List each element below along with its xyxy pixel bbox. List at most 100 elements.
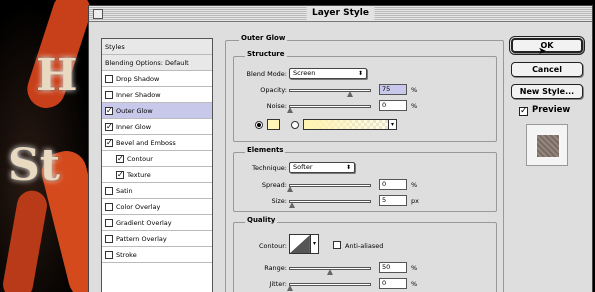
range-slider[interactable]: [289, 267, 371, 275]
ok-button[interactable]: OK: [509, 36, 585, 55]
opacity-unit: %: [411, 86, 418, 94]
styles-list-item-label: Color Overlay: [116, 202, 161, 211]
styles-list-item[interactable]: ✓ Outer Glow: [102, 103, 212, 119]
styles-list-item-label: Drop Shadow: [116, 74, 160, 83]
styles-list-item[interactable]: Color Overlay: [102, 199, 212, 215]
styles-list: Styles Blending Options: Default Drop Shad…: [101, 38, 213, 292]
styles-list-item[interactable]: Stroke: [102, 247, 212, 263]
chevron-down-icon[interactable]: ▾: [311, 234, 319, 254]
styles-list-item[interactable]: ✓ Texture: [102, 167, 212, 183]
style-enable-checkbox[interactable]: [105, 186, 113, 195]
styles-list-item[interactable]: Gradient Overlay: [102, 215, 212, 231]
range-label: Range:: [264, 264, 287, 272]
spread-slider-thumb[interactable]: [287, 186, 293, 192]
styles-list-item[interactable]: Blending Options: Default: [102, 55, 212, 71]
jitter-label: Jitter:: [269, 280, 287, 288]
style-enable-checkbox[interactable]: [105, 90, 113, 99]
size-label: Size:: [271, 197, 287, 205]
new-style-button[interactable]: New Style...: [511, 84, 583, 99]
style-enable-checkbox[interactable]: [105, 202, 113, 211]
size-input[interactable]: 5: [379, 195, 407, 206]
elements-title: Elements: [245, 146, 286, 154]
styles-list-item-label: Inner Shadow: [116, 90, 161, 99]
style-enable-checkbox[interactable]: ✓: [116, 154, 124, 163]
blend-mode-label: Blend Mode:: [246, 70, 287, 78]
gradient-radio[interactable]: [291, 121, 299, 129]
style-enable-checkbox[interactable]: [105, 234, 113, 243]
cancel-button[interactable]: Cancel: [511, 62, 583, 77]
contour-picker[interactable]: [289, 234, 311, 254]
contour-label: Contour:: [258, 242, 287, 250]
blend-mode-select[interactable]: Screen ⬍: [289, 68, 367, 79]
range-unit: %: [411, 264, 418, 272]
style-preview-thumbnail: [526, 124, 568, 166]
styles-list-item[interactable]: ✓ Inner Glow: [102, 119, 212, 135]
spread-input[interactable]: 0: [379, 179, 407, 190]
jitter-slider[interactable]: [287, 283, 371, 291]
gradient-picker[interactable]: ▾: [303, 119, 397, 130]
pointer-cursor-icon: ➤: [538, 46, 547, 57]
jitter-slider-thumb[interactable]: [287, 285, 293, 291]
noise-input[interactable]: 0: [379, 100, 407, 111]
styles-list-item[interactable]: Styles: [102, 39, 212, 55]
styles-list-item-label: Blending Options: Default: [105, 58, 189, 67]
styles-list-item-label: Outer Glow: [116, 106, 153, 115]
preview-checkbox[interactable]: ✓: [519, 107, 528, 116]
opacity-slider-thumb[interactable]: [347, 91, 353, 97]
opacity-input[interactable]: 75: [379, 84, 407, 95]
technique-label: Technique:: [252, 164, 287, 172]
close-box[interactable]: [93, 9, 103, 19]
range-slider-thumb[interactable]: [327, 269, 333, 275]
style-enable-checkbox[interactable]: [105, 218, 113, 227]
jitter-unit: %: [411, 280, 418, 288]
spread-label: Spread:: [261, 181, 287, 189]
solid-color-radio[interactable]: [255, 121, 263, 129]
checkmark-icon: ✓: [520, 106, 528, 116]
opacity-slider[interactable]: [289, 89, 371, 97]
jitter-input[interactable]: 0: [379, 278, 407, 289]
styles-list-item-label: Styles: [105, 42, 125, 51]
style-enable-checkbox[interactable]: ✓: [105, 106, 113, 115]
outer-glow-title: Outer Glow: [239, 34, 288, 42]
styles-list-item[interactable]: Satin: [102, 183, 212, 199]
noise-slider[interactable]: [287, 105, 371, 113]
styles-list-item[interactable]: Drop Shadow: [102, 71, 212, 87]
style-enable-checkbox[interactable]: [105, 74, 113, 83]
style-enable-checkbox[interactable]: [105, 250, 113, 259]
spread-slider[interactable]: [287, 184, 371, 192]
styles-list-item-label: Pattern Overlay: [116, 234, 167, 243]
styles-list-item-label: Contour: [127, 154, 153, 163]
size-slider[interactable]: [288, 200, 371, 208]
document-canvas: H St: [0, 0, 95, 292]
styles-list-item[interactable]: Inner Shadow: [102, 87, 212, 103]
style-enable-checkbox[interactable]: ✓: [116, 170, 124, 179]
noise-unit: %: [411, 102, 418, 110]
style-enable-checkbox[interactable]: ✓: [105, 122, 113, 131]
artwork-letter-st: St: [8, 140, 61, 191]
style-enable-checkbox[interactable]: ✓: [105, 138, 113, 147]
preview-swatch: [537, 135, 559, 157]
styles-list-item-label: Bevel and Emboss: [116, 138, 176, 147]
styles-list-item-label: Inner Glow: [116, 122, 152, 131]
preview-label: Preview: [532, 105, 571, 115]
technique-value: Softer: [293, 163, 313, 171]
anti-aliased-label: Anti-aliased: [345, 242, 384, 250]
dialog-titlebar[interactable]: Layer Style: [89, 6, 592, 22]
noise-slider-thumb[interactable]: [287, 107, 293, 113]
styles-list-item-label: Gradient Overlay: [116, 218, 172, 227]
contour-curve-icon: [290, 235, 310, 253]
range-input[interactable]: 50: [379, 262, 407, 273]
technique-select[interactable]: Softer ⬍: [289, 162, 355, 173]
chevron-updown-icon: ⬍: [345, 164, 351, 171]
glow-color-swatch[interactable]: [267, 119, 280, 130]
opacity-label: Opacity:: [260, 86, 287, 94]
size-slider-thumb[interactable]: [288, 202, 295, 208]
styles-list-item-label: Texture: [127, 170, 151, 179]
styles-list-item[interactable]: ✓ Bevel and Emboss: [102, 135, 212, 151]
structure-title: Structure: [245, 50, 287, 58]
artwork-letter-h: H: [36, 50, 78, 101]
styles-list-item[interactable]: ✓ Contour: [102, 151, 212, 167]
anti-aliased-checkbox[interactable]: [333, 241, 341, 249]
quality-title: Quality: [245, 216, 278, 224]
styles-list-item[interactable]: Pattern Overlay: [102, 231, 212, 247]
